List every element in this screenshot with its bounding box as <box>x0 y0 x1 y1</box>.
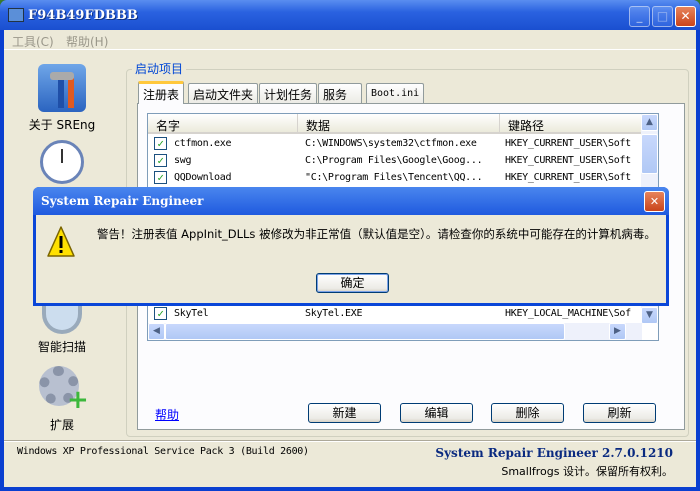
table-row[interactable]: ✓ ctfmon.exe C:\WINDOWS\system32\ctfmon.ex… <box>148 135 642 152</box>
scroll-thumb[interactable] <box>165 323 565 340</box>
cell-name: QQDownload <box>174 172 232 183</box>
column-header-data[interactable]: 数据 <box>298 114 500 134</box>
cell-path: HKEY_CURRENT_USER\Soft <box>505 155 631 166</box>
menu-bar: 工具(C) 帮助(H) <box>4 30 696 50</box>
copyright: Smallfrogs 设计。保留所有权利。 <box>501 465 673 478</box>
checkbox[interactable]: ✓ <box>154 171 167 184</box>
help-link[interactable]: 帮助 <box>155 406 179 423</box>
version-info: System Repair Engineer 2.7.0.1210 <box>435 446 673 460</box>
dialog-message: 警告！注册表值 AppInit_DLLs 被修改为非正常值（默认值是空）。请检查… <box>97 227 656 241</box>
maximize-button[interactable]: □ <box>652 6 673 27</box>
tab-startup-folder[interactable]: 启动文件夹 <box>188 83 259 103</box>
sidebar-label: 扩展 <box>49 418 74 432</box>
scroll-down-icon[interactable]: ▼ <box>641 307 658 324</box>
menu-tools[interactable]: 工具(C) <box>12 33 54 50</box>
dialog-close-button[interactable]: ✕ <box>644 191 665 212</box>
group-label: 启动项目 <box>132 60 187 77</box>
cell-name: ctfmon.exe <box>174 138 232 149</box>
new-button[interactable]: 新建 <box>308 403 381 423</box>
column-header-name[interactable]: 名字 <box>148 114 298 134</box>
dialog-body: 警告！注册表值 AppInit_DLLs 被修改为非正常值（默认值是空）。请检查… <box>36 215 666 303</box>
refresh-button[interactable]: 刷新 <box>583 403 656 423</box>
checkbox[interactable]: ✓ <box>154 137 167 150</box>
table-row[interactable]: ✓ swg C:\Program Files\Google\Goog... HKEY_… <box>148 152 642 169</box>
table-row[interactable]: ✓ QQDownload "C:\Program Files\Tencent\QQ.… <box>148 169 642 186</box>
sidebar-item-clock[interactable] <box>22 140 102 188</box>
sidebar-label: 智能扫描 <box>37 340 86 354</box>
window-title: F94B49FDBBB <box>28 8 138 23</box>
scroll-right-icon[interactable]: ▶ <box>609 323 626 340</box>
cell-path: HKEY_CURRENT_USER\Soft <box>505 172 631 183</box>
sidebar-item-about[interactable]: 关于 SREng <box>22 64 102 133</box>
checkbox[interactable]: ✓ <box>154 154 167 167</box>
gear-plus-icon: + <box>39 366 89 413</box>
cell-data: C:\Program Files\Google\Goog... <box>305 155 483 166</box>
divider <box>4 440 696 442</box>
tab-scheduled-tasks[interactable]: 计划任务 <box>259 83 318 103</box>
horizontal-scrollbar[interactable]: ◀ ▶ <box>148 323 642 340</box>
sidebar-item-scan[interactable]: 智能扫描 <box>22 298 102 355</box>
clock-icon <box>40 140 84 184</box>
tab-services[interactable]: 服务 <box>318 83 362 103</box>
app-icon <box>8 8 24 22</box>
table-row[interactable]: ✓ SkyTel SkyTel.EXE HKEY_LOCAL_MACHINE\Sof <box>148 305 642 322</box>
ok-button[interactable]: 确定 <box>316 273 389 293</box>
cell-data: "C:\Program Files\Tencent\QQ... <box>305 172 483 183</box>
scroll-up-icon[interactable]: ▲ <box>641 114 658 131</box>
tools-icon <box>38 64 86 112</box>
dialog-title: System Repair Engineer <box>41 194 204 208</box>
tab-boot-ini[interactable]: Boot.ini <box>366 83 425 103</box>
cell-data: SkyTel.EXE <box>305 308 363 319</box>
warning-dialog: System Repair Engineer ✕ 警告！注册表值 AppInit… <box>33 187 669 306</box>
tab-registry[interactable]: 注册表 <box>138 81 185 104</box>
checkbox[interactable]: ✓ <box>154 307 167 320</box>
cell-path: HKEY_LOCAL_MACHINE\Sof <box>505 308 631 319</box>
minimize-button[interactable]: _ <box>629 6 650 27</box>
sidebar-label: 关于 SREng <box>28 118 96 132</box>
title-bar[interactable]: F94B49FDBBB _ □ ✕ <box>0 0 700 30</box>
menu-help[interactable]: 帮助(H) <box>66 33 108 50</box>
warning-icon <box>47 226 75 257</box>
os-info: Windows XP Professional Service Pack 3 (… <box>17 446 309 457</box>
delete-button[interactable]: 删除 <box>491 403 564 423</box>
sidebar-item-extend[interactable]: + 扩展 <box>22 366 102 433</box>
scroll-thumb[interactable] <box>641 134 658 174</box>
cell-path: HKEY_CURRENT_USER\Soft <box>505 138 631 149</box>
scroll-left-icon[interactable]: ◀ <box>148 323 165 340</box>
edit-button[interactable]: 编辑 <box>400 403 473 423</box>
cell-name: swg <box>174 155 192 166</box>
cell-data: C:\WINDOWS\system32\ctfmon.exe <box>305 138 477 149</box>
cell-name: SkyTel <box>174 308 209 319</box>
close-button[interactable]: ✕ <box>675 6 696 27</box>
dialog-title-bar[interactable]: System Repair Engineer ✕ <box>33 187 669 215</box>
column-header-path[interactable]: 键路径 <box>500 114 642 134</box>
